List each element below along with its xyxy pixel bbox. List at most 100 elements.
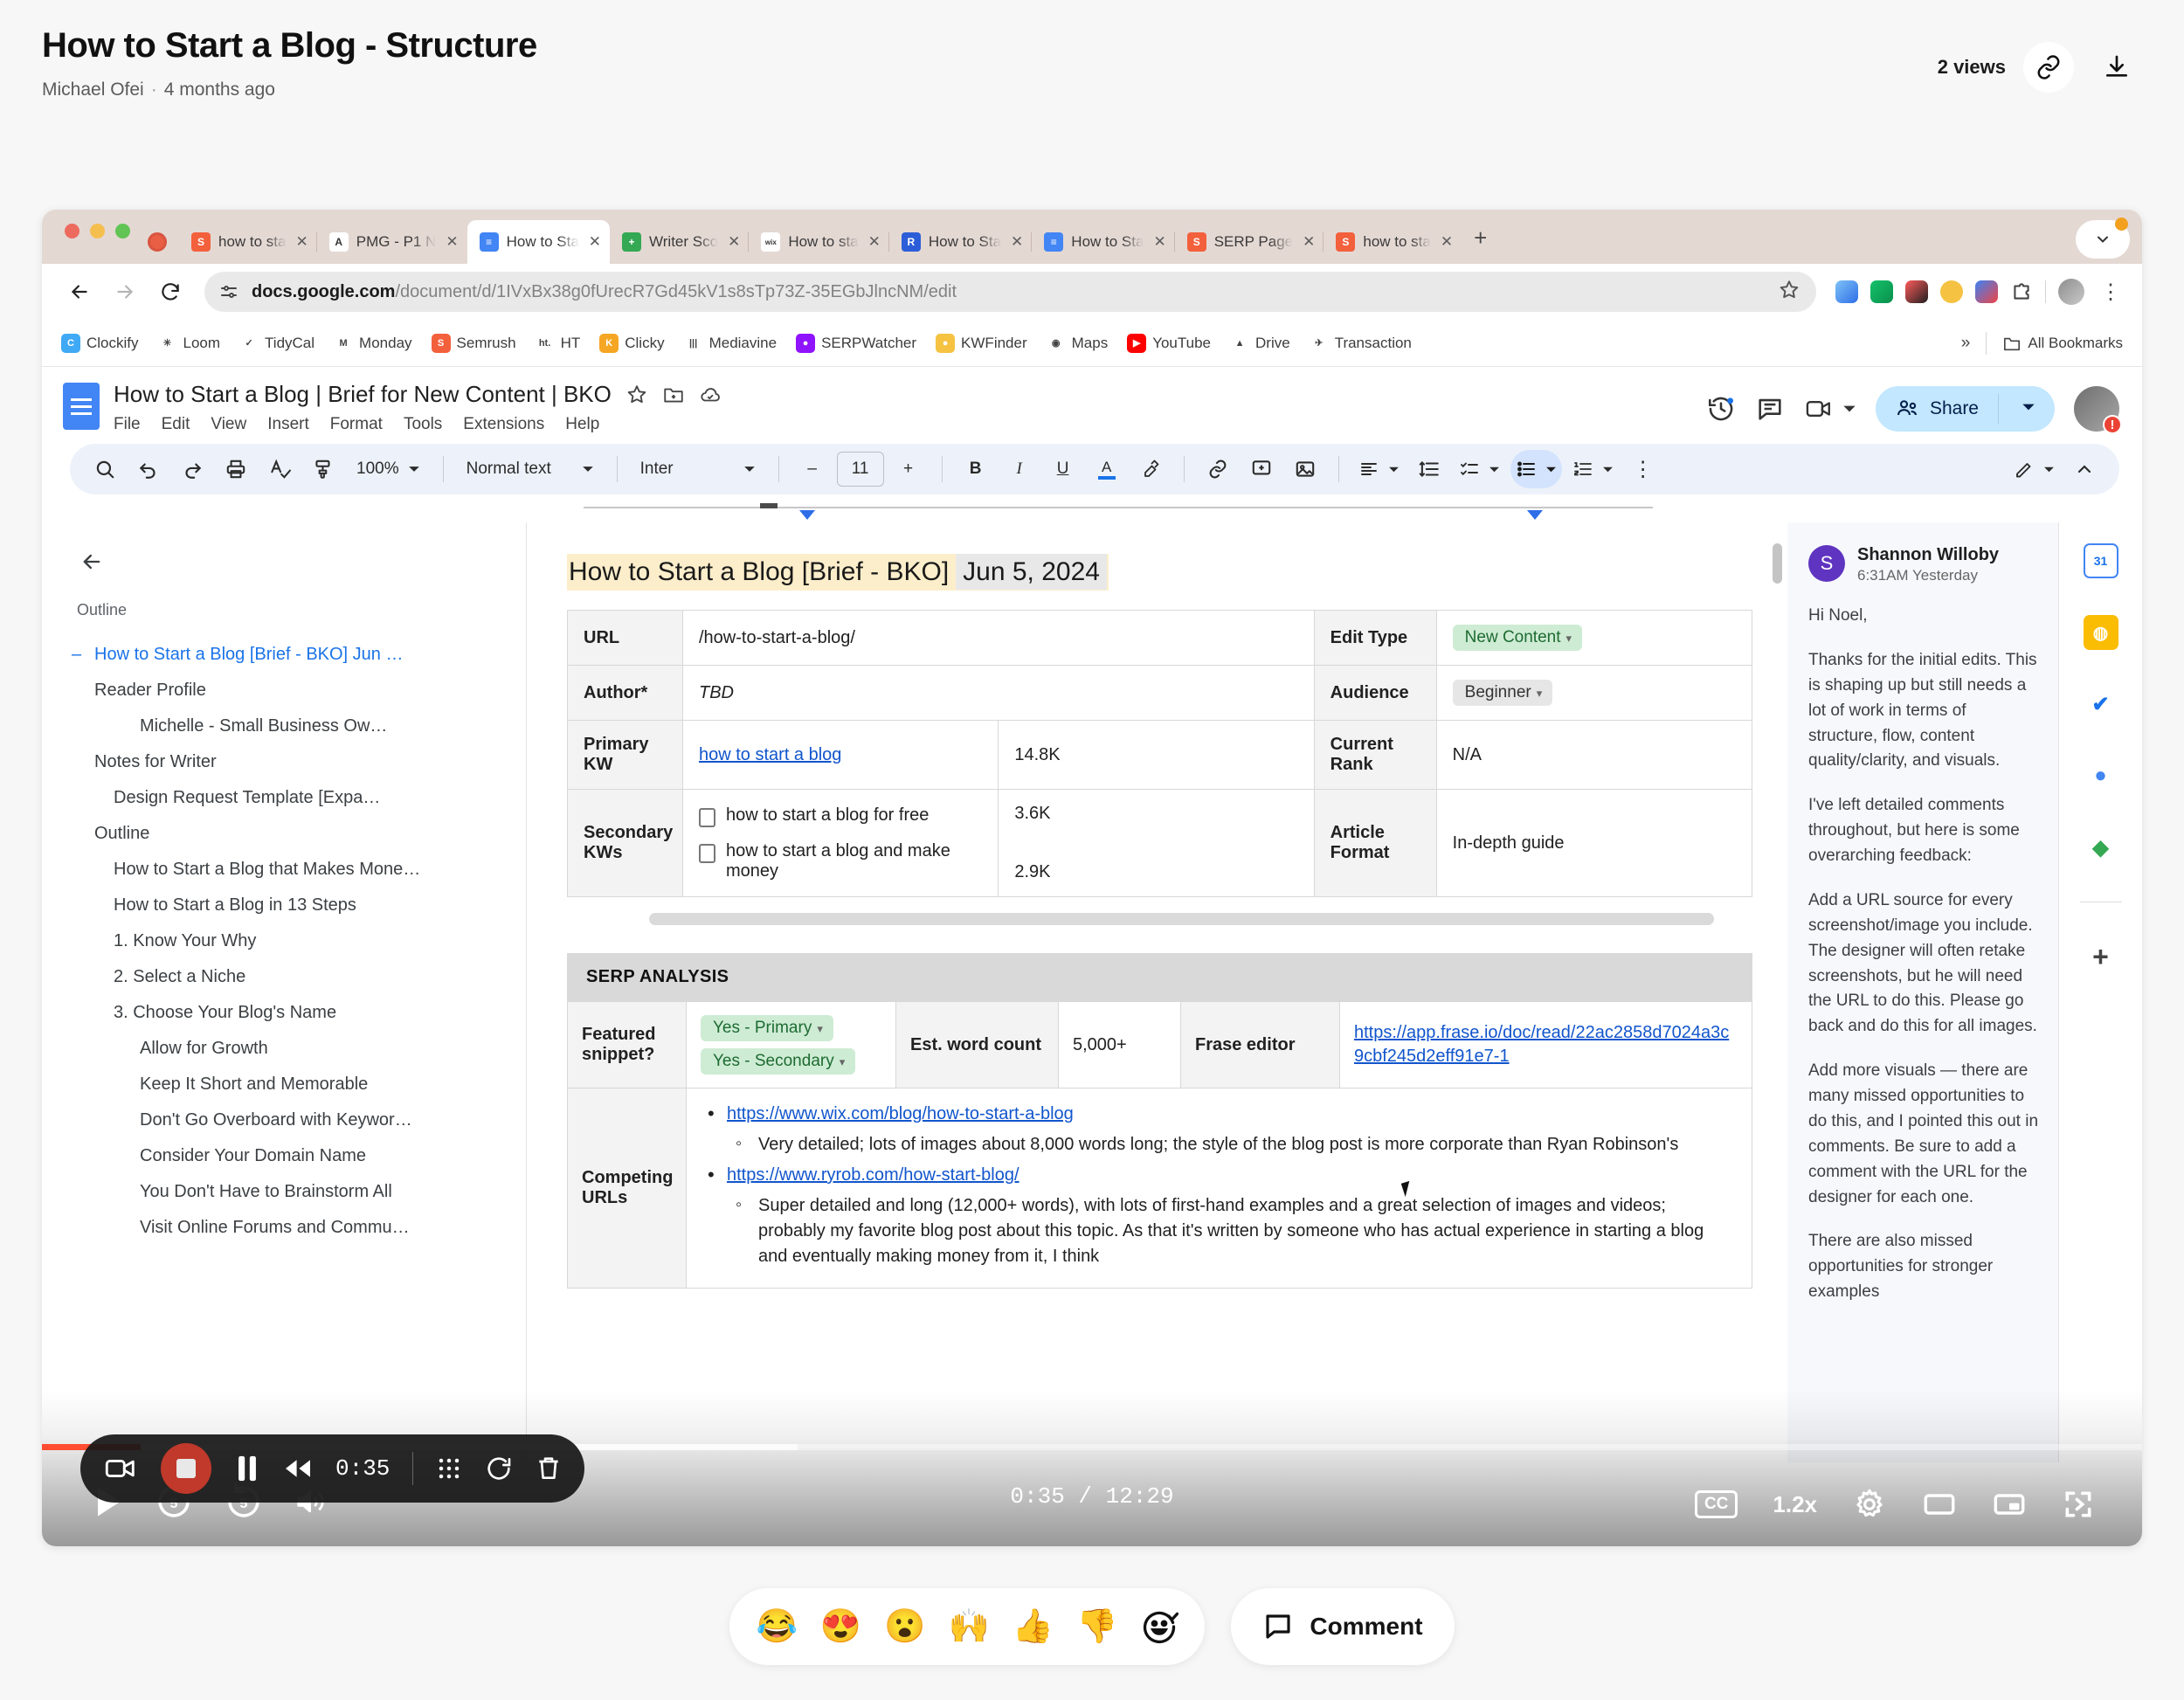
bookmark-item[interactable]: ✳ Loom <box>157 333 220 353</box>
browser-profile-avatar[interactable] <box>2058 279 2084 305</box>
settings-button[interactable] <box>1852 1487 1887 1522</box>
document-canvas[interactable]: How to Start a Blog [Brief - BKO] Jun 5, … <box>527 522 1787 1462</box>
highlight-color-button[interactable] <box>1131 450 1170 488</box>
site-settings-icon[interactable] <box>218 281 239 302</box>
google-contacts-icon[interactable]: ● <box>2083 758 2118 793</box>
back-button[interactable] <box>59 272 100 312</box>
share-button[interactable]: Share <box>1875 386 2055 432</box>
numbered-list-select[interactable] <box>1567 450 1619 488</box>
kwfinder-icon[interactable] <box>1940 280 1963 303</box>
close-tab-button[interactable]: ✕ <box>728 233 740 251</box>
text-color-button[interactable]: A <box>1088 450 1126 488</box>
frase-url-link[interactable]: https://app.frase.io/doc/read/22ac2858d7… <box>1354 1023 1729 1066</box>
docs-menu-item[interactable]: Edit <box>162 415 190 434</box>
share-dropdown-button[interactable] <box>2009 400 2048 418</box>
edit-type-chip[interactable]: New Content ▾ <box>1452 625 1583 651</box>
cloud-saved-icon[interactable] <box>699 384 722 406</box>
close-tab-button[interactable]: ✕ <box>1303 233 1315 251</box>
version-history-icon[interactable] <box>1706 394 1736 424</box>
browser-tab[interactable]: R How to Sta ✕ <box>888 220 1032 264</box>
reaction-heart-eyes[interactable]: 😍 <box>820 1610 861 1643</box>
forward-button[interactable] <box>105 272 145 312</box>
checkbox-icon[interactable] <box>699 807 715 827</box>
star-icon[interactable] <box>625 384 648 406</box>
bookmarks-overflow-button[interactable]: » <box>1961 334 1971 353</box>
bookmark-item[interactable]: M Monday <box>334 333 412 353</box>
picture-in-picture-button[interactable] <box>1992 1490 2027 1518</box>
bookmark-item[interactable]: ◉ Maps <box>1046 333 1108 353</box>
move-to-folder-icon[interactable] <box>662 384 685 406</box>
copy-link-button[interactable] <box>2023 42 2074 93</box>
insert-image-button[interactable] <box>1286 450 1324 488</box>
docs-menu-item[interactable]: Extensions <box>463 415 544 434</box>
document-ruler[interactable] <box>42 503 2142 522</box>
browser-tab[interactable]: S SERP Page ✕ <box>1173 220 1324 264</box>
more-options-button[interactable]: ⋮ <box>1624 450 1662 488</box>
bookmark-item[interactable]: ht. HT <box>535 333 580 353</box>
google-keep-icon[interactable]: ◍ <box>2083 615 2118 650</box>
browser-tab[interactable]: Show to sta ✕ <box>179 220 317 264</box>
outline-item[interactable]: Notes for Writer <box>72 744 503 780</box>
increase-font-size-button[interactable]: + <box>889 450 928 488</box>
bookmark-item[interactable]: K Clicky <box>599 333 665 353</box>
google-tasks-icon[interactable]: ✔ <box>2083 687 2118 722</box>
extension-icon-5[interactable] <box>1975 280 1998 303</box>
bold-button[interactable]: B <box>957 450 995 488</box>
browser-tab[interactable]: A PMG - P1 N ✕ <box>315 220 467 264</box>
font-size-input[interactable]: 11 <box>836 452 884 487</box>
outline-item[interactable]: How to Start a Blog [Brief - BKO] Jun … <box>72 637 503 673</box>
google-calendar-icon[interactable]: 31 <box>2083 543 2118 578</box>
browser-tab[interactable]: Show to sta ✕ <box>1323 220 1462 264</box>
undo-button[interactable] <box>129 450 168 488</box>
download-button[interactable] <box>2091 42 2142 93</box>
drag-handle[interactable] <box>436 1455 462 1482</box>
extension-icon-1[interactable] <box>1835 280 1858 303</box>
reaction-thumbs-down[interactable]: 👎 <box>1076 1610 1117 1643</box>
browser-tab[interactable]: wix How to sta ✕ <box>748 220 889 264</box>
pause-recording-button[interactable] <box>234 1454 260 1483</box>
primary-kw-link[interactable]: how to start a blog <box>699 745 841 764</box>
search-menus-button[interactable] <box>86 450 124 488</box>
extension-icon-3[interactable] <box>1905 280 1928 303</box>
document-title[interactable]: How to Start a Blog | Brief for New Cont… <box>114 381 612 408</box>
featured-snippet-chip[interactable]: Yes - Secondary ▾ <box>701 1048 856 1075</box>
decrease-font-size-button[interactable]: – <box>793 450 832 488</box>
bookmark-item[interactable]: ▶ YouTube <box>1127 333 1211 353</box>
reaction-thumbs-up[interactable]: 👍 <box>1013 1610 1054 1643</box>
add-comment-button[interactable] <box>1242 450 1281 488</box>
stop-recording-button[interactable] <box>161 1443 211 1494</box>
comment-button[interactable]: Comment <box>1231 1588 1455 1665</box>
line-spacing-button[interactable] <box>1410 450 1448 488</box>
delete-recording-button[interactable] <box>536 1455 562 1482</box>
bulleted-list-select[interactable] <box>1510 450 1562 488</box>
checklist-select[interactable] <box>1454 450 1505 488</box>
browser-menu-button[interactable]: ⋮ <box>2097 280 2125 305</box>
browser-tab[interactable]: + Writer Sco ✕ <box>610 220 749 264</box>
restart-recording-button[interactable] <box>485 1455 513 1482</box>
extensions-puzzle-icon[interactable] <box>2010 280 2033 303</box>
outline-item[interactable]: Allow for Growth <box>72 1031 503 1067</box>
comment-pane[interactable]: S Shannon Willoby 6:31AM Yesterday Hi No… <box>1787 522 2058 1462</box>
italic-button[interactable]: I <box>1000 450 1039 488</box>
close-tab-button[interactable]: ✕ <box>868 233 881 251</box>
reaction-surprised[interactable]: 😮 <box>884 1610 925 1643</box>
ruler-indent-marker-left[interactable] <box>799 510 815 520</box>
outline-item[interactable]: You Don't Have to Brainstorm All <box>72 1174 503 1210</box>
playback-speed-button[interactable]: 1.2x <box>1773 1491 1817 1518</box>
account-avatar[interactable]: ! <box>2074 386 2122 434</box>
paint-format-button[interactable] <box>304 450 342 488</box>
outline-item[interactable]: Michelle - Small Business Ow… <box>72 708 503 744</box>
zoom-select[interactable]: 100% <box>348 450 429 488</box>
docs-menu-item[interactable]: Insert <box>267 415 309 434</box>
docs-menu-item[interactable]: File <box>114 415 141 434</box>
redo-button[interactable] <box>173 450 211 488</box>
address-bar[interactable]: docs.google.com/document/d/1IVxBx38g0fUr… <box>204 272 1816 312</box>
competing-url-link[interactable]: https://www.wix.com/blog/how-to-start-a-… <box>727 1104 1074 1123</box>
docs-menu-item[interactable]: Tools <box>404 415 442 434</box>
bookmark-item[interactable]: ||| Mediavine <box>683 333 777 353</box>
google-maps-icon[interactable]: ◆ <box>2083 830 2118 865</box>
fullscreen-button[interactable] <box>2062 1488 2095 1521</box>
ruler-margin-marker[interactable] <box>760 503 778 508</box>
audience-chip[interactable]: Beginner ▾ <box>1452 680 1553 706</box>
close-tab-button[interactable]: ✕ <box>589 233 601 251</box>
